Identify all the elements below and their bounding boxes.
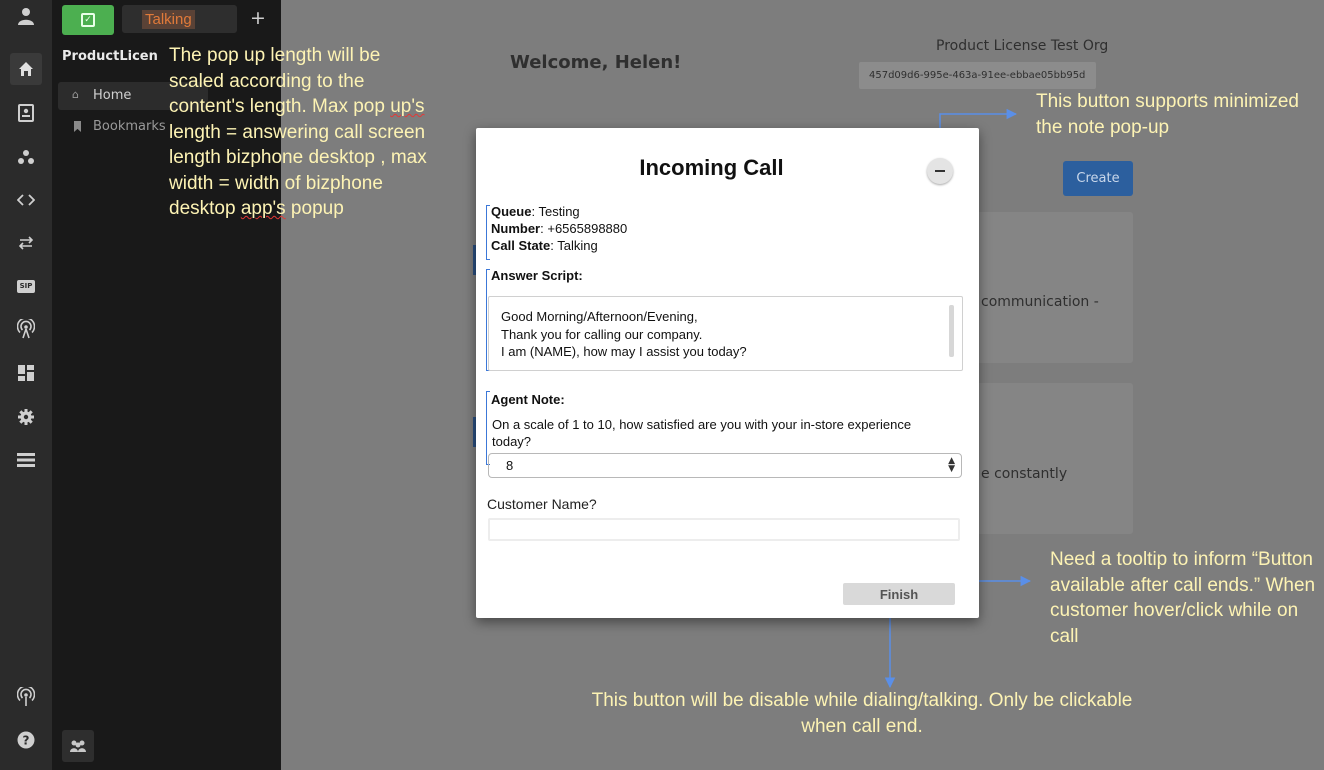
finish-button[interactable]: Finish [843, 583, 955, 605]
number-line: Number: +6565898880 [491, 221, 627, 236]
incoming-call-modal: Incoming Call Queue: Testing Number: +65… [476, 128, 979, 618]
queue-label: Queue [491, 204, 532, 219]
disable-annotation: This button will be disable while dialin… [591, 690, 1133, 737]
queue-line: Queue: Testing [491, 204, 580, 219]
agent-note-bracket [486, 391, 490, 465]
satisfaction-select-value: 8 [506, 458, 514, 473]
agent-note-question: On a scale of 1 to 10, how satisfied are… [492, 417, 912, 449]
tooltip-annotation: Need a tooltip to inform “Button availab… [1050, 549, 1316, 647]
minimize-annotation: This button supports minimized the note … [1036, 91, 1299, 138]
call-state-line: Call State: Talking [491, 238, 598, 253]
satisfaction-select[interactable]: 8 ▲ ▼ [488, 453, 962, 478]
popup-length-word: app's [240, 198, 286, 219]
script-line: I am (NAME), how may I assist you today? [501, 344, 747, 359]
minimize-button[interactable] [927, 158, 953, 184]
minus-icon [935, 170, 945, 172]
popup-length-text: popup [285, 198, 344, 219]
popup-length-word: up's [390, 96, 425, 117]
call-state-label: Call State [491, 238, 551, 253]
call-state-value: : Talking [550, 238, 598, 253]
popup-length-annotation: The pop up length will be scaled accordi… [169, 43, 437, 222]
answer-script-box[interactable]: Good Morning/Afternoon/Evening, Thank yo… [488, 296, 963, 371]
modal-title: Incoming Call [639, 155, 784, 180]
select-arrows-icon: ▲ ▼ [948, 456, 955, 474]
queue-value: : Testing [531, 204, 580, 219]
call-info-bracket [486, 205, 490, 260]
script-line: Thank you for calling our company. [501, 326, 703, 342]
popup-length-text: The pop up length will be scaled accordi… [169, 45, 391, 117]
script-line: Good Morning/Afternoon/Evening, [501, 309, 698, 324]
customer-name-input[interactable] [488, 518, 960, 541]
number-value: : +6565898880 [540, 221, 628, 236]
customer-name-label: Customer Name? [487, 496, 597, 512]
answer-script-title: Answer Script: [491, 268, 583, 283]
answer-script-bracket [486, 269, 490, 371]
number-label: Number [491, 221, 541, 236]
script-scrollbar[interactable] [949, 305, 954, 357]
agent-note-title: Agent Note: [491, 392, 565, 407]
